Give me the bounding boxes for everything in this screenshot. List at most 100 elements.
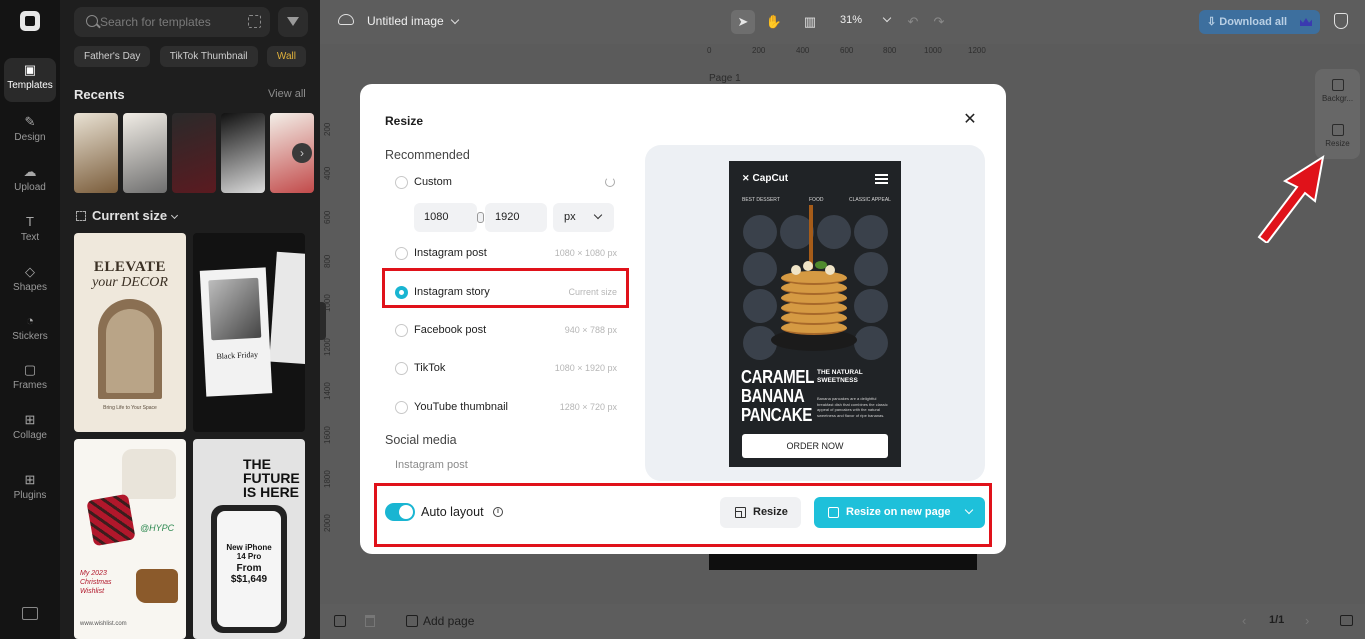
rail-item-label: Shapes (13, 282, 47, 293)
image-search-icon[interactable] (248, 15, 261, 28)
template-text: My 2023 Christmas Wishlist (80, 570, 112, 595)
resize-side-button[interactable]: Resize (1315, 114, 1360, 158)
chevron-down-icon (882, 13, 892, 23)
design-icon: ✎ (24, 114, 36, 129)
option-tiktok[interactable]: TikTok 1080 × 1920 px (395, 359, 617, 379)
view-all-link[interactable]: View all (268, 88, 306, 100)
chip-wall[interactable]: Wall (266, 46, 306, 67)
chevron-down-icon (593, 210, 603, 220)
highlight-box-story (382, 268, 629, 308)
rail-item-stickers[interactable]: ◔ Stickers (4, 309, 56, 353)
search-input[interactable] (100, 13, 240, 31)
rail-item-collage[interactable]: ⊞ Collage (4, 408, 56, 452)
undo-button[interactable]: ↶ (903, 10, 923, 34)
download-icon: ⇩ (1207, 16, 1220, 28)
radio-button[interactable] (395, 247, 408, 260)
subhead-line: SWEETNESS (817, 377, 858, 384)
story-nav-item: CLASSIC APPEAL (849, 197, 891, 203)
story-subhead: THE NATURAL SWEETNESS (817, 369, 863, 385)
rail-item-plugins[interactable]: ⊞ Plugins (4, 468, 56, 512)
option-dimensions: 1280 × 720 px (559, 402, 617, 412)
prev-page-icon[interactable]: ‹ (1242, 613, 1246, 628)
option-instagram-post[interactable]: Instagram post 1080 × 1080 px (395, 244, 617, 264)
delete-page-icon[interactable] (365, 615, 375, 627)
story-cta: ORDER NOW (742, 434, 888, 458)
size-icon (76, 211, 86, 221)
ruler-label: 400 (796, 46, 810, 55)
layout-tool-button[interactable]: ▥ (794, 10, 826, 34)
keyboard-shortcuts-icon[interactable] (22, 607, 38, 620)
template-text: www.wishlist.com (80, 621, 127, 627)
background-button[interactable]: Backgr... (1315, 69, 1360, 113)
template-black-friday[interactable]: Black Friday (193, 233, 305, 432)
document-title-text: Untitled image (367, 14, 444, 28)
capcut-logo-icon[interactable] (20, 11, 40, 31)
option-custom[interactable]: Custom (395, 173, 617, 193)
rail-item-shapes[interactable]: ◇ Shapes (4, 260, 56, 304)
template-elevate-decor[interactable]: ELEVATE your DECOR Bring Life to Your Sp… (74, 233, 186, 432)
story-nav-item: FOOD (809, 197, 824, 203)
hand-tool-button[interactable]: ✋ (762, 10, 786, 34)
template-christmas-wishlist[interactable]: @HYPC My 2023 Christmas Wishlist www.wis… (74, 439, 186, 639)
width-input[interactable]: 1080 (414, 203, 484, 232)
add-page-button[interactable]: Add page (406, 614, 474, 628)
radio-button[interactable] (395, 324, 408, 337)
hand-icon: ✋ (765, 14, 783, 29)
templates-panel: Father's Day TikTok Thumbnail Wall Recen… (60, 0, 320, 639)
download-all-button[interactable]: ⇩ Download all (1199, 10, 1320, 34)
pages-panel-icon[interactable] (1340, 615, 1353, 626)
select-tool-button[interactable]: ➤ (731, 10, 755, 34)
page-label[interactable]: Page 1 (709, 73, 741, 84)
rail-item-upload[interactable]: ☁ Upload (4, 160, 56, 204)
chip-fathers-day[interactable]: Father's Day (74, 46, 151, 67)
annotation-arrow-icon (1257, 154, 1325, 243)
redo-icon: ↷ (933, 14, 945, 29)
duplicate-page-icon[interactable] (334, 615, 346, 627)
background-label: Backgr... (1321, 94, 1354, 103)
recent-thumbnail[interactable] (74, 113, 118, 193)
rail-item-design[interactable]: ✎ Design (4, 110, 56, 154)
option-dimensions: 1080 × 1920 px (554, 363, 617, 373)
recent-thumbnail[interactable] (172, 113, 216, 193)
link-ratio-icon[interactable] (477, 212, 484, 223)
unit-select[interactable]: px (553, 203, 614, 232)
recent-thumbnails (74, 113, 319, 193)
document-title[interactable]: Untitled image (367, 14, 459, 28)
option-dimensions: 1080 × 1080 px (554, 248, 617, 258)
filter-button[interactable] (278, 7, 308, 37)
portrait-image (208, 277, 262, 341)
story-brand-text: CapCut (752, 173, 789, 184)
rail-item-label: Upload (14, 182, 46, 193)
recent-thumbnail[interactable] (221, 113, 265, 193)
template-future-is-here[interactable]: THE FUTURE IS HERE New iPhone 14 Pro Fro… (193, 439, 305, 639)
right-tool-panel: Backgr... Resize (1315, 69, 1360, 159)
scroll-right-button[interactable]: › (292, 143, 312, 163)
capcut-mark-icon: ✕ (742, 173, 750, 183)
shield-icon[interactable] (1334, 13, 1348, 29)
height-input[interactable]: 1920 (485, 203, 547, 232)
next-page-icon[interactable]: › (1305, 613, 1309, 628)
pancake-image (781, 271, 847, 285)
ruler-left-label: 600 (323, 210, 332, 224)
search-box[interactable] (74, 7, 270, 37)
reset-icon[interactable] (605, 177, 615, 187)
social-instagram-post[interactable]: Instagram post (395, 459, 468, 471)
current-size-dropdown[interactable]: Current size (76, 208, 179, 223)
chip-tiktok-thumbnail[interactable]: TikTok Thumbnail (159, 46, 258, 67)
option-youtube-thumbnail[interactable]: YouTube thumbnail 1280 × 720 px (395, 398, 617, 418)
redo-button[interactable]: ↷ (929, 10, 949, 34)
option-facebook-post[interactable]: Facebook post 940 × 788 px (395, 321, 617, 341)
radio-button[interactable] (395, 362, 408, 375)
rail-item-label: Collage (13, 430, 47, 441)
rail-item-text[interactable]: T Text (4, 210, 56, 254)
rail-item-frames[interactable]: ▢ Frames (4, 358, 56, 402)
recent-thumbnail[interactable] (123, 113, 167, 193)
rail-item-templates[interactable]: ▣ Templates (4, 58, 56, 102)
radio-button[interactable] (395, 401, 408, 414)
zoom-level[interactable]: 31% (840, 13, 892, 26)
banana-slice-image (791, 265, 801, 275)
close-icon[interactable]: ✕ (960, 110, 980, 130)
search-icon (86, 15, 98, 27)
radio-button[interactable] (395, 176, 408, 189)
cloud-icon[interactable] (338, 14, 354, 25)
